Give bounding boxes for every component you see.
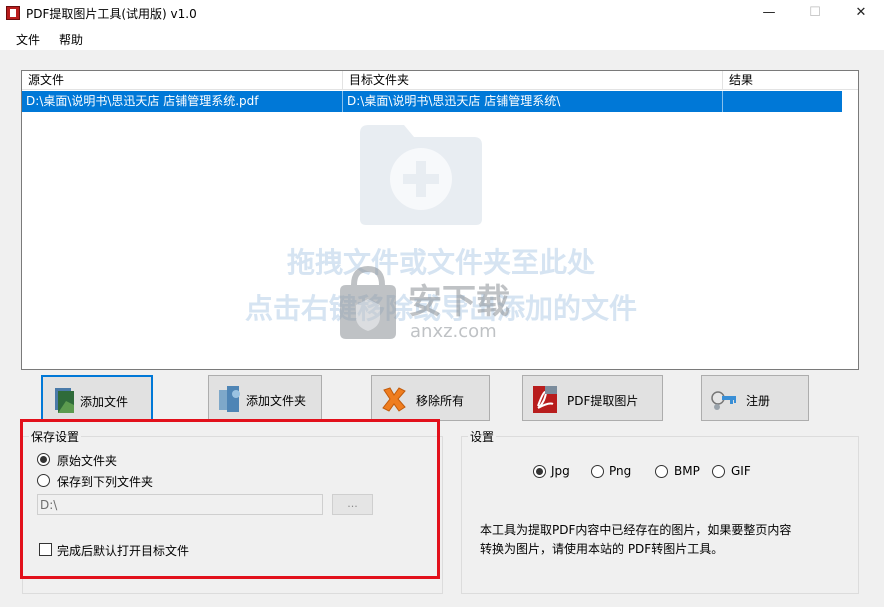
remove-icon xyxy=(382,387,406,412)
extract-images-label: PDF提取图片 xyxy=(567,394,639,408)
format-png-label[interactable]: Png xyxy=(609,464,631,478)
extract-images-button[interactable]: PDF提取图片 xyxy=(522,375,663,421)
radio-png[interactable] xyxy=(591,465,604,478)
radio-original-folder[interactable] xyxy=(37,453,50,466)
open-after-checkbox[interactable] xyxy=(39,543,52,556)
remove-all-button[interactable]: 移除所有 xyxy=(371,375,490,421)
column-source[interactable]: 源文件 xyxy=(22,71,343,90)
close-button[interactable]: ✕ xyxy=(838,0,884,26)
custom-folder-label[interactable]: 保存到下列文件夹 xyxy=(57,473,153,490)
add-folder-icon xyxy=(219,386,240,412)
row-target-cell: D:\桌面\说明书\思迅天店 店铺管理系统\ xyxy=(347,94,561,108)
add-folder-button[interactable]: 添加文件夹 xyxy=(208,375,322,421)
format-gif-label[interactable]: GIF xyxy=(731,464,751,478)
watermark-logo: 安下载 anxz.com xyxy=(340,265,510,342)
add-folder-label: 添加文件夹 xyxy=(246,394,307,408)
column-target[interactable]: 目标文件夹 xyxy=(343,71,723,90)
add-file-button[interactable]: 添加文件 xyxy=(41,375,153,421)
menu-bar: 文件 帮助 xyxy=(0,26,884,50)
watermark-url: anxz.com xyxy=(410,321,497,342)
add-file-label: 添加文件 xyxy=(80,395,129,409)
table-row[interactable]: D:\桌面\说明书\思迅天店 店铺管理系统.pdf D:\桌面\说明书\思迅天店… xyxy=(22,91,842,112)
menu-help[interactable]: 帮助 xyxy=(59,31,83,48)
format-jpg-label[interactable]: Jpg xyxy=(551,464,570,478)
menu-file[interactable]: 文件 xyxy=(16,31,40,48)
settings-group: 设置 xyxy=(461,428,859,594)
column-result[interactable]: 结果 xyxy=(723,71,858,90)
minimize-button[interactable]: — xyxy=(746,0,792,26)
pdf-icon xyxy=(533,386,557,413)
add-file-icon xyxy=(55,388,74,413)
radio-gif[interactable] xyxy=(712,465,725,478)
register-button[interactable]: 注册 xyxy=(701,375,809,421)
drop-folder-icon xyxy=(360,125,482,225)
register-label: 注册 xyxy=(746,394,771,408)
app-icon xyxy=(6,6,20,20)
info-line-2: 转换为图片，请使用本站的 PDF转图片工具。 xyxy=(480,542,724,556)
settings-title: 设置 xyxy=(468,428,497,445)
open-after-label[interactable]: 完成后默认打开目标文件 xyxy=(57,542,189,559)
radio-bmp[interactable] xyxy=(655,465,668,478)
remove-all-label: 移除所有 xyxy=(416,394,465,408)
info-text: 本工具为提取PDF内容中已经存在的图片，如果要整页内容 转换为图片，请使用本站的… xyxy=(480,521,840,559)
radio-custom-folder[interactable] xyxy=(37,474,50,487)
row-source-cell: D:\桌面\说明书\思迅天店 店铺管理系统.pdf xyxy=(26,94,259,108)
original-folder-label[interactable]: 原始文件夹 xyxy=(57,452,117,469)
row-result-cell xyxy=(723,91,842,112)
file-list[interactable]: 源文件 目标文件夹 结果 D:\桌面\说明书\思迅天店 店铺管理系统.pdf D… xyxy=(21,70,859,370)
output-path-input[interactable] xyxy=(37,494,323,515)
browse-button[interactable]: ... xyxy=(332,494,373,515)
title-bar: PDF提取图片工具(试用版) v1.0 — ☐ ✕ xyxy=(0,0,884,26)
radio-jpg[interactable] xyxy=(533,465,546,478)
format-bmp-label[interactable]: BMP xyxy=(674,464,700,478)
window-title: PDF提取图片工具(试用版) v1.0 xyxy=(26,7,197,21)
save-settings-title: 保存设置 xyxy=(29,428,82,445)
info-line-1: 本工具为提取PDF内容中已经存在的图片，如果要整页内容 xyxy=(480,523,792,537)
watermark-title: 安下载 xyxy=(408,282,510,322)
key-icon xyxy=(711,391,736,410)
maximize-button[interactable]: ☐ xyxy=(792,0,838,26)
